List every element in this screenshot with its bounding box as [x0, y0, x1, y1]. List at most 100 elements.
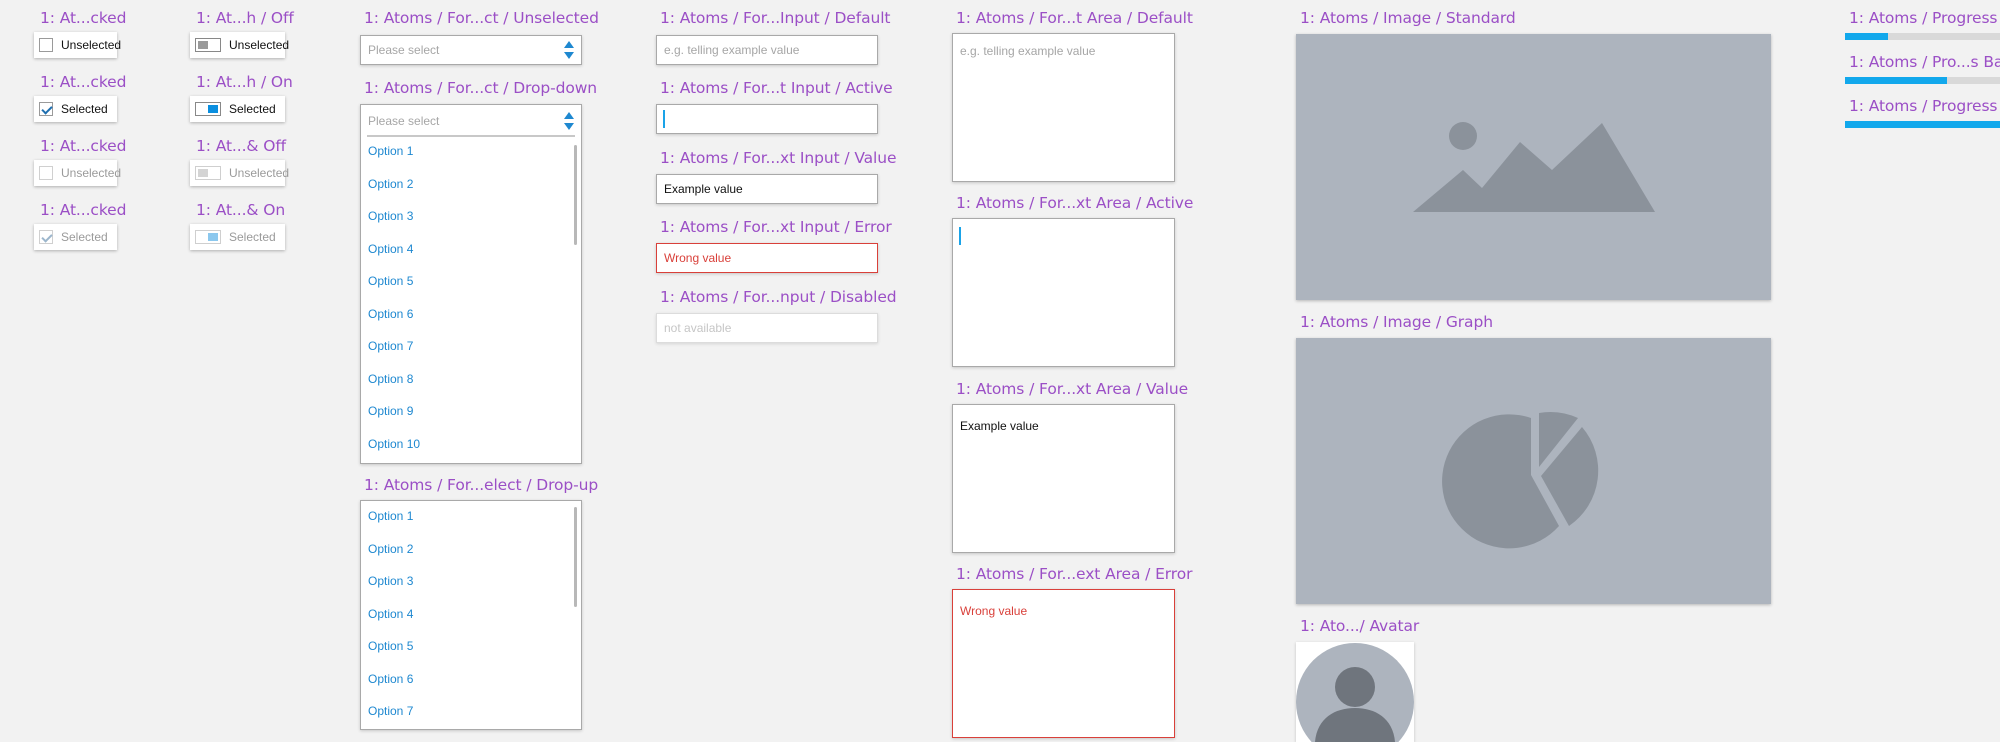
select-option[interactable]: Option 1 [368, 144, 413, 158]
checkbox-checked-label: 1: At...cked [40, 73, 127, 91]
text-input-active[interactable] [656, 104, 878, 134]
select-unselected-label: 1: Atoms / For...ct / Unselected [364, 9, 599, 27]
checkbox-disabled-checked: Selected [34, 224, 117, 250]
select-option[interactable]: Option 8 [368, 372, 413, 386]
text-area-error-text: Wrong value [960, 604, 1028, 618]
text-area-error-label: 1: Atoms / For...ext Area / Error [956, 565, 1193, 583]
image-graph-placeholder [1296, 338, 1771, 604]
switch-on-label: 1: At...h / On [196, 73, 293, 91]
text-cursor [959, 227, 961, 245]
toggle-icon [195, 102, 221, 116]
sort-arrows-icon [563, 112, 575, 130]
text-cursor [663, 110, 665, 128]
text-input-error[interactable]: Wrong value [656, 243, 878, 273]
text-input-default[interactable]: e.g. telling example value [656, 35, 878, 65]
select-option[interactable]: Option 4 [368, 242, 413, 256]
user-avatar-icon [1296, 643, 1414, 742]
select-option[interactable]: Option 7 [368, 339, 413, 353]
select-dropup-label: 1: Atoms / For...elect / Drop-up [364, 476, 599, 494]
progress-bar-label: 1: Atoms / Progress B [1849, 97, 2000, 115]
checkmark-icon [39, 102, 53, 116]
toggle-icon [195, 166, 221, 180]
text-area-active[interactable] [952, 218, 1175, 367]
select-option[interactable]: Option 2 [368, 177, 413, 191]
select-option[interactable]: Option 6 [368, 672, 413, 686]
progress-bar [1845, 33, 2000, 40]
checkbox-disabled-unchecked: Unselected [34, 160, 121, 186]
checkbox-text: Unselected [61, 166, 122, 180]
checkbox-box-icon [39, 166, 53, 180]
text-input-error-text: Wrong value [664, 251, 732, 265]
scrollbar[interactable] [574, 507, 577, 607]
select-option[interactable]: Option 3 [368, 574, 413, 588]
progress-bar [1845, 121, 2000, 128]
checkbox-text: Selected [61, 102, 108, 116]
switch-off[interactable]: Unselected [190, 32, 289, 58]
avatar-label: 1: Ato.../ Avatar [1300, 617, 1420, 635]
text-input-disabled: not available [656, 313, 878, 343]
select-placeholder: Please select [368, 43, 440, 57]
select-option[interactable]: Option 10 [368, 437, 420, 451]
checkbox-unchecked[interactable]: Unselected [34, 32, 121, 58]
text-input-value[interactable]: Example value [656, 174, 878, 204]
checkbox-checked[interactable]: Selected [34, 96, 117, 122]
progress-fill [1845, 121, 2000, 128]
text-input-value-text: Example value [664, 182, 743, 196]
divider [367, 135, 575, 137]
select-option[interactable]: Option 7 [368, 704, 413, 718]
text-area-default-label: 1: Atoms / For...t Area / Default [956, 9, 1193, 27]
image-standard-label: 1: Atoms / Image / Standard [1300, 9, 1516, 27]
text-input-error-label: 1: Atoms / For...xt Input / Error [660, 218, 892, 236]
select-option[interactable]: Option 4 [368, 607, 413, 621]
switch-disabled-off-label: 1: At...& Off [196, 137, 287, 155]
checkbox-text: Unselected [61, 38, 122, 52]
text-input-placeholder: e.g. telling example value [664, 43, 800, 57]
switch-text: Selected [229, 102, 276, 116]
select-placeholder[interactable]: Please select [368, 114, 439, 128]
avatar [1296, 642, 1414, 742]
text-input-active-label: 1: Atoms / For...t Input / Active [660, 79, 893, 97]
select-option[interactable]: Option 9 [368, 404, 413, 418]
text-area-active-label: 1: Atoms / For...xt Area / Active [956, 194, 1194, 212]
text-input-value-label: 1: Atoms / For...xt Input / Value [660, 149, 897, 167]
switch-off-label: 1: At...h / Off [196, 9, 294, 27]
select-option[interactable]: Option 2 [368, 542, 413, 556]
checkbox-disabled-unchecked-label: 1: At...cked [40, 137, 127, 155]
select-dropup-list[interactable]: Option 1 Option 2 Option 3 Option 4 Option 5… [360, 500, 582, 730]
checkbox-unchecked-label: 1: At...cked [40, 9, 127, 27]
text-area-default[interactable]: e.g. telling example value [952, 33, 1175, 182]
progress-bar [1845, 77, 2000, 84]
checkmark-icon [39, 230, 53, 244]
progress-bar-label: 1: Atoms / Progress B [1849, 9, 2000, 27]
select-option[interactable]: Option 5 [368, 274, 413, 288]
text-area-value-text: Example value [960, 419, 1039, 433]
text-input-default-label: 1: Atoms / For...Input / Default [660, 9, 891, 27]
switch-disabled-on: Selected [190, 224, 285, 250]
switch-on[interactable]: Selected [190, 96, 285, 122]
checkbox-box-icon [39, 38, 53, 52]
select-dropdown-list[interactable]: Please select Option 1 Option 2 Option 3 Op… [360, 104, 582, 464]
checkbox-disabled-checked-label: 1: At...cked [40, 201, 127, 219]
switch-text: Unselected [229, 166, 290, 180]
select-option[interactable]: Option 5 [368, 639, 413, 653]
text-area-value[interactable]: Example value [952, 404, 1175, 553]
image-placeholder [1296, 34, 1771, 300]
checkbox-text: Selected [61, 230, 108, 244]
progress-bar-label: 1: Atoms / Pro...s Bar [1849, 53, 2000, 71]
sort-arrows-icon [563, 41, 575, 59]
text-input-disabled-text: not available [664, 321, 732, 335]
text-area-placeholder: e.g. telling example value [960, 44, 1096, 58]
text-area-error[interactable]: Wrong value [952, 589, 1175, 738]
text-area-value-label: 1: Atoms / For...xt Area / Value [956, 380, 1189, 398]
pie-chart-icon [1442, 412, 1599, 549]
progress-fill [1845, 33, 1888, 40]
scrollbar[interactable] [574, 145, 577, 245]
switch-text: Unselected [229, 38, 290, 52]
select-unselected[interactable]: Please select [360, 35, 582, 65]
switch-disabled-on-label: 1: At...& On [196, 201, 286, 219]
toggle-icon [195, 38, 221, 52]
select-option[interactable]: Option 6 [368, 307, 413, 321]
progress-fill [1845, 77, 1947, 84]
select-option[interactable]: Option 1 [368, 509, 413, 523]
select-option[interactable]: Option 3 [368, 209, 413, 223]
